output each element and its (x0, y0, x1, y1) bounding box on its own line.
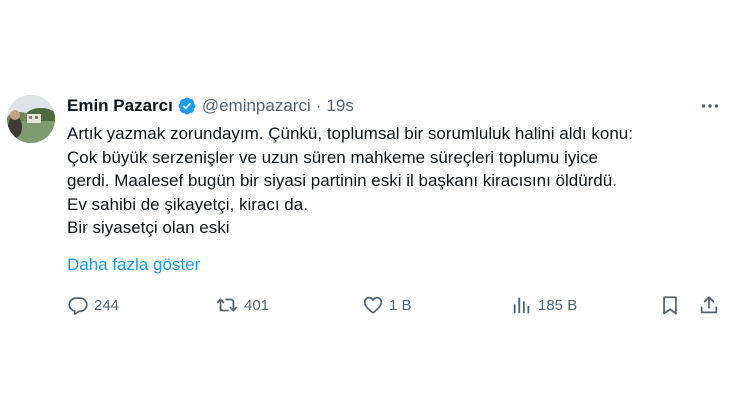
share-icon (700, 296, 718, 314)
author-name[interactable]: Emin Pazarcı (67, 96, 173, 116)
retweet-count: 401 (244, 296, 270, 314)
tweet-header: Emin Pazarcı @eminpazarci · 19s (67, 94, 354, 118)
like-button[interactable]: 1 B (362, 292, 412, 318)
tweet-text: Artık yazmak zorundayım. Çünkü, toplumsa… (67, 122, 722, 240)
tweet-text-line: Ev sahibi de şikayetçi, kiracı da. (67, 194, 308, 214)
author-handle[interactable]: @eminpazarci (202, 96, 311, 116)
bookmark-button[interactable] (659, 292, 681, 318)
heart-icon (363, 296, 383, 314)
verified-badge-icon[interactable] (177, 96, 197, 116)
retweet-icon (216, 298, 238, 312)
tweet-text-line: Çok büyük serzenişler ve uzun süren mahk… (67, 147, 599, 167)
more-options-icon[interactable] (698, 94, 722, 118)
tweet-text-line: gerdi. Maalesef bugün bir siyasi partini… (67, 171, 617, 190)
show-more-link[interactable]: Daha fazla göster (67, 255, 200, 275)
views-button[interactable]: 185 B (511, 292, 577, 318)
timestamp[interactable]: 19s (326, 96, 353, 116)
tweet-card[interactable]: Emin Pazarcı @eminpazarci · 19s Artık ya… (0, 0, 730, 420)
views-chart-icon (513, 297, 530, 314)
retweet-button[interactable]: 401 (215, 292, 269, 318)
tweet-actions: 244 401 1 B 185 B (0, 292, 730, 318)
avatar-image (7, 95, 55, 143)
share-button[interactable] (698, 292, 720, 318)
reply-button[interactable]: 244 (67, 292, 119, 318)
reply-count: 244 (94, 296, 120, 314)
avatar[interactable] (7, 95, 55, 143)
separator-dot: · (315, 96, 322, 115)
views-count: 185 B (538, 296, 578, 314)
reply-icon (68, 297, 88, 316)
bookmark-icon (663, 296, 677, 315)
tweet-text-line: Artık yazmak zorundayım. Çünkü, toplumsa… (67, 124, 633, 143)
tweet-text-line: Bir siyasetçi olan eski (67, 218, 230, 237)
like-count: 1 B (389, 296, 412, 314)
